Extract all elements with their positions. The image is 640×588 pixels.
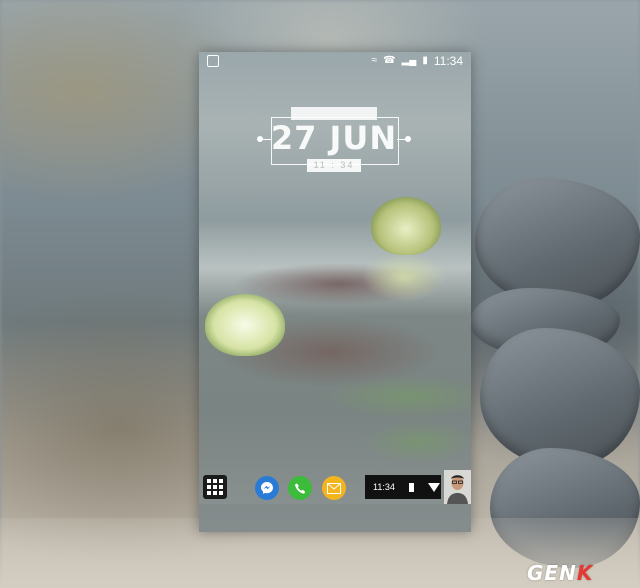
genk-watermark-logo: GENK xyxy=(527,561,593,585)
lily-flower-right xyxy=(371,197,441,255)
clock-date: 27 JUN xyxy=(270,119,398,157)
messenger-icon[interactable] xyxy=(255,476,279,500)
avatar[interactable] xyxy=(444,470,471,504)
battery-icon xyxy=(408,482,414,492)
dock: 11:34 xyxy=(199,470,471,504)
wifi-icon: ≈ xyxy=(371,55,378,66)
battery-icon: ▮ xyxy=(422,55,428,66)
wifi-icon xyxy=(427,482,440,492)
phone-call-icon[interactable] xyxy=(288,476,312,500)
clock-time: 11 : 34 xyxy=(307,159,361,172)
signal-icon: ▂▄ xyxy=(401,55,417,66)
image-notification-icon xyxy=(207,55,219,67)
email-icon[interactable] xyxy=(322,476,346,500)
status-time: 11:34 xyxy=(433,54,463,68)
phone-screen: ≈ ☎ ▂▄ ▮ 11:34 27 JUN 11 : 34 11:34 xyxy=(199,52,471,532)
quick-panel[interactable]: 11:34 xyxy=(365,475,441,499)
phone-icon: ☎ xyxy=(383,55,396,66)
logo-accent: K xyxy=(576,561,594,585)
logo-text: GEN xyxy=(527,561,577,585)
status-bar: ≈ ☎ ▂▄ ▮ 11:34 xyxy=(199,52,471,70)
clock-widget[interactable]: 27 JUN 11 : 34 xyxy=(257,107,411,172)
navigation-bar-area xyxy=(199,504,471,532)
app-drawer-icon[interactable] xyxy=(203,475,227,499)
panel-time: 11:34 xyxy=(373,482,395,492)
lily-flower-left xyxy=(205,294,285,356)
